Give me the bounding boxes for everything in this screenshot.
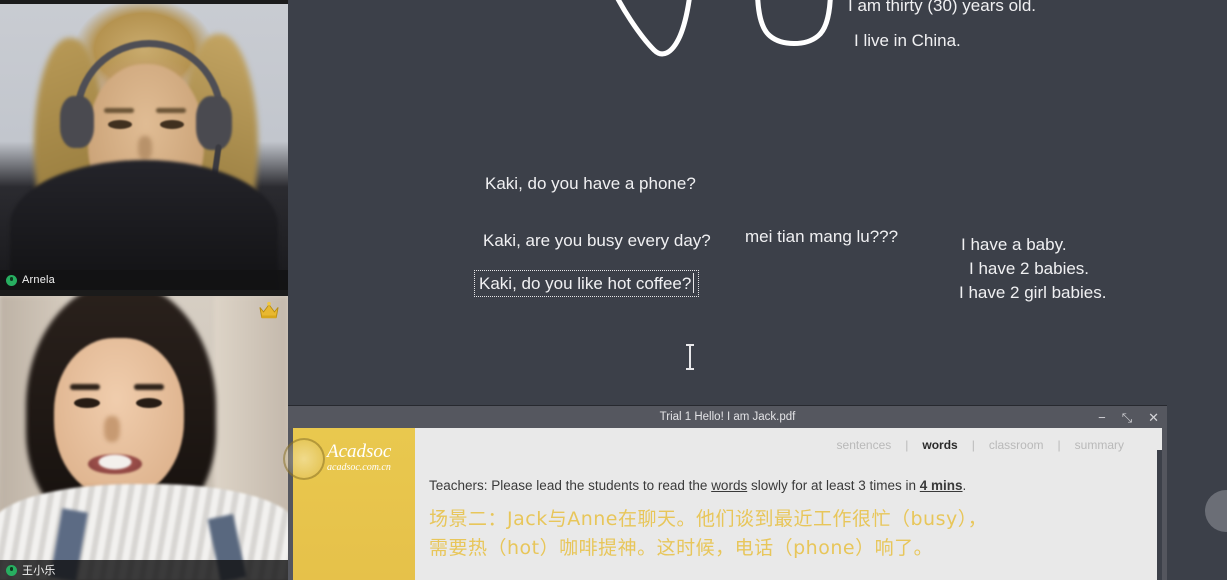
tab-words[interactable]: words (908, 438, 971, 452)
tab-sentences[interactable]: sentences (823, 438, 906, 452)
instruction-middle: slowly for at least 3 times in (747, 478, 920, 493)
student-name-bar: 王小乐 (0, 560, 288, 580)
brand-name-label: Acadsoc (327, 441, 392, 462)
scenario-line-2: 需要热（hot）咖啡提神。这时候，电话（phone）响了。 (429, 536, 934, 559)
instruction-prefix: Teachers: Please lead the students to re… (429, 478, 712, 493)
floating-action-button[interactable] (1205, 490, 1227, 532)
maximize-icon[interactable]: ⤡ (1122, 411, 1132, 424)
close-icon[interactable]: ✕ (1148, 411, 1159, 424)
instruction-duration: 4 mins (919, 478, 963, 493)
pdf-tab-bar: sentences | words | classroom | summary (429, 438, 1144, 452)
teacher-video-tile[interactable]: Arnela (0, 4, 288, 290)
whiteboard-text-country[interactable]: I live in China. (854, 31, 961, 51)
student-webcam-feed (0, 296, 288, 580)
pdf-title-bar[interactable]: Trial 1 Hello! I am Jack.pdf − ⤡ ✕ (288, 406, 1167, 428)
whiteboard-text-question-coffee-selected[interactable]: Kaki, do you like hot coffee? (474, 270, 700, 297)
whiteboard-text-pinyin[interactable]: mei tian mang lu??? (745, 227, 898, 247)
v-shape-doodle (615, 0, 692, 57)
instruction-words-underlined: words (711, 478, 748, 493)
whiteboard-text-baby-2[interactable]: I have 2 babies. (969, 259, 1089, 279)
classroom-app: Arnela 王小乐 I am thirty (30) years old. I… (0, 0, 1227, 580)
crown-icon (259, 301, 279, 319)
text-cursor-icon (686, 344, 694, 370)
whiteboard-text-baby-1[interactable]: I have a baby. (961, 235, 1067, 255)
microphone-icon[interactable] (6, 274, 17, 286)
pdf-viewer-window[interactable]: Trial 1 Hello! I am Jack.pdf − ⤡ ✕ Acads… (283, 406, 1167, 580)
brand-url-label: acadsoc.com.cn (327, 461, 391, 473)
u-shape-doodle (755, 0, 833, 46)
pdf-right-edge (1157, 450, 1162, 580)
teacher-webcam-feed (0, 4, 288, 290)
whiteboard-text-question-phone[interactable]: Kaki, do you have a phone? (485, 174, 696, 194)
text-caret (693, 273, 695, 293)
window-controls: − ⤡ ✕ (1098, 406, 1159, 428)
whiteboard-text-age[interactable]: I am thirty (30) years old. (848, 0, 1036, 16)
instruction-suffix: . (962, 478, 967, 493)
student-name-label: 王小乐 (22, 565, 56, 577)
seal-icon (283, 438, 325, 480)
acadsoc-logo-panel: Acadsoc acadsoc.com.cn (283, 428, 415, 580)
minimize-icon[interactable]: − (1098, 411, 1106, 424)
pdf-title-label: Trial 1 Hello! I am Jack.pdf (659, 411, 796, 423)
whiteboard-text-question-busy[interactable]: Kaki, are you busy every day? (483, 231, 711, 251)
microphone-icon[interactable] (6, 564, 17, 576)
video-panel-column: Arnela 王小乐 (0, 0, 288, 580)
teacher-instruction-line: Teachers: Please lead the students to re… (429, 478, 1144, 493)
whiteboard-text-question-coffee-label: Kaki, do you like hot coffee? (479, 274, 692, 293)
student-video-tile[interactable]: 王小乐 (0, 296, 288, 580)
pdf-content-area: Acadsoc acadsoc.com.cn sentences | words… (283, 428, 1162, 580)
whiteboard-text-baby-3[interactable]: I have 2 girl babies. (959, 283, 1106, 303)
tab-classroom[interactable]: classroom (975, 438, 1058, 452)
teacher-name-bar: Arnela (0, 270, 288, 290)
scenario-line-1: 场景二：Jack与Anne在聊天。他们谈到最近工作很忙（busy）， (429, 508, 988, 530)
tab-summary[interactable]: summary (1061, 438, 1138, 452)
scenario-chinese-text: 场景二：Jack与Anne在聊天。他们谈到最近工作很忙（busy）， 需要热（h… (429, 505, 1144, 562)
pdf-page: sentences | words | classroom | summary … (415, 428, 1162, 580)
teacher-name-label: Arnela (22, 274, 55, 286)
